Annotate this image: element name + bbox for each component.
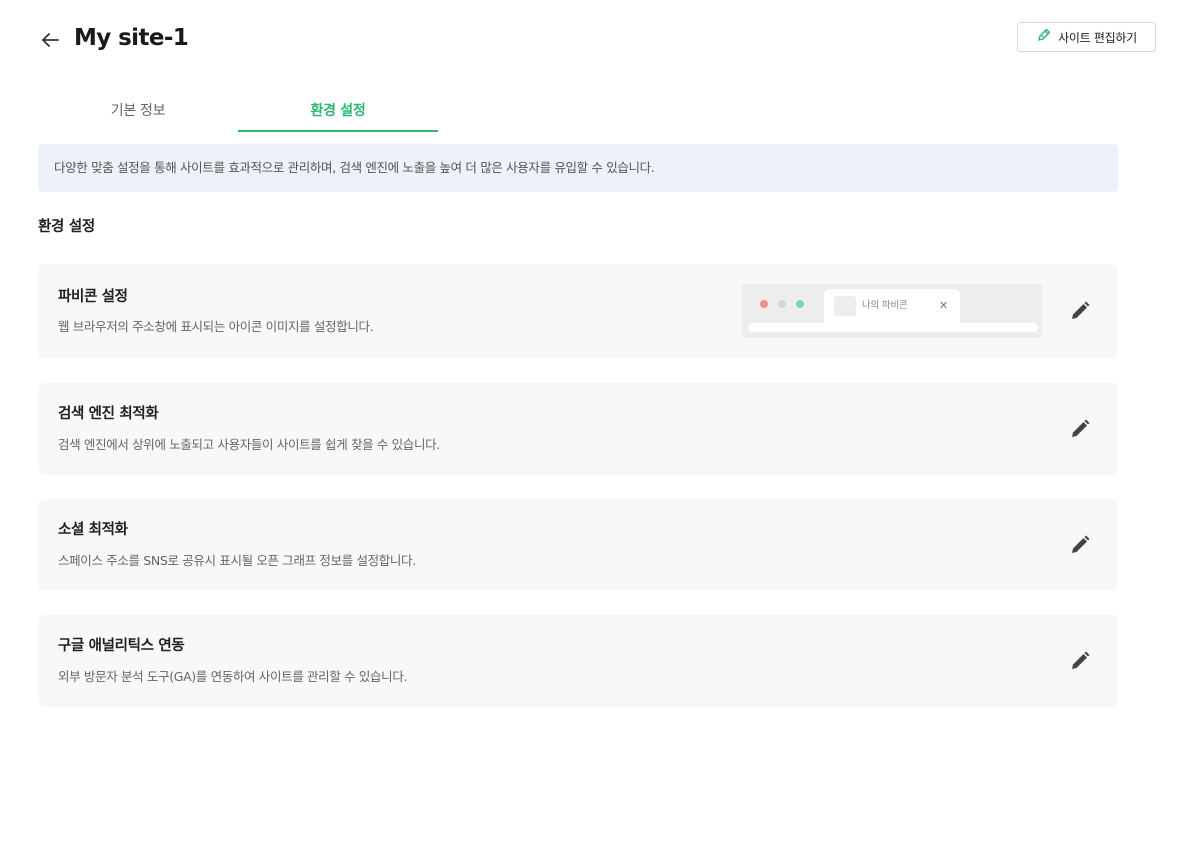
info-banner: 다양한 맞춤 설정을 통해 사이트를 효과적으로 관리하며, 검색 엔진에 노출… xyxy=(38,144,1118,192)
setting-card-title: 파비콘 설정 xyxy=(58,289,128,305)
window-minimize-dot xyxy=(778,300,786,308)
edit-site-button[interactable]: 사이트 편집하기 xyxy=(1017,22,1156,52)
tab-settings[interactable]: 환경 설정 xyxy=(238,92,438,132)
window-maximize-dot xyxy=(796,300,804,308)
setting-card-title: 소셜 최적화 xyxy=(58,522,128,538)
setting-card-title: 검색 엔진 최적화 xyxy=(58,406,159,422)
edit-site-button-label: 사이트 편집하기 xyxy=(1058,30,1137,45)
window-close-dot xyxy=(760,300,768,308)
favicon-placeholder-icon xyxy=(834,296,856,316)
edit-pen-icon xyxy=(1036,27,1052,47)
section-title: 환경 설정 xyxy=(38,219,95,235)
site-settings-page: My site-1 사이트 편집하기 기본 정보 환경 설정 다양한 맞춤 설정… xyxy=(0,0,1199,844)
setting-card-description: 검색 엔진에서 상위에 노출되고 사용자들이 사이트를 쉽게 찾을 수 있습니다… xyxy=(58,437,440,452)
pencil-icon[interactable] xyxy=(1068,299,1092,323)
close-icon: ✕ xyxy=(939,299,949,312)
setting-card-social: 소셜 최적화 스페이스 주소를 SNS로 공유시 표시될 오픈 그래프 정보를 … xyxy=(38,499,1118,591)
favicon-preview: 나의 파비콘 ✕ xyxy=(742,284,1042,338)
arrow-left-icon[interactable] xyxy=(38,28,62,52)
setting-card-title: 구글 애널리틱스 연동 xyxy=(58,638,185,654)
setting-card-description: 외부 방문자 분석 도구(GA)를 연동하여 사이트를 관리할 수 있습니다. xyxy=(58,669,408,684)
setting-card-seo: 검색 엔진 최적화 검색 엔진에서 상위에 노출되고 사용자들이 사이트를 쉽게… xyxy=(38,383,1118,475)
page-title: My site-1 xyxy=(74,25,189,51)
pencil-icon[interactable] xyxy=(1068,649,1092,673)
pencil-icon[interactable] xyxy=(1068,417,1092,441)
setting-card-description: 스페이스 주소를 SNS로 공유시 표시될 오픈 그래프 정보를 설정합니다. xyxy=(58,553,416,568)
browser-tab-label: 나의 파비콘 xyxy=(862,300,908,311)
browser-tab-preview: 나의 파비콘 ✕ xyxy=(824,289,960,323)
pencil-icon[interactable] xyxy=(1068,533,1092,557)
setting-card-description: 웹 브라우저의 주소창에 표시되는 아이콘 이미지를 설정합니다. xyxy=(58,319,374,334)
tab-basic-info[interactable]: 기본 정보 xyxy=(38,92,238,132)
address-bar xyxy=(748,323,1038,332)
setting-card-google-analytics: 구글 애널리틱스 연동 외부 방문자 분석 도구(GA)를 연동하여 사이트를 … xyxy=(38,615,1118,707)
setting-card-favicon: 파비콘 설정 웹 브라우저의 주소창에 표시되는 아이콘 이미지를 설정합니다.… xyxy=(38,264,1118,359)
